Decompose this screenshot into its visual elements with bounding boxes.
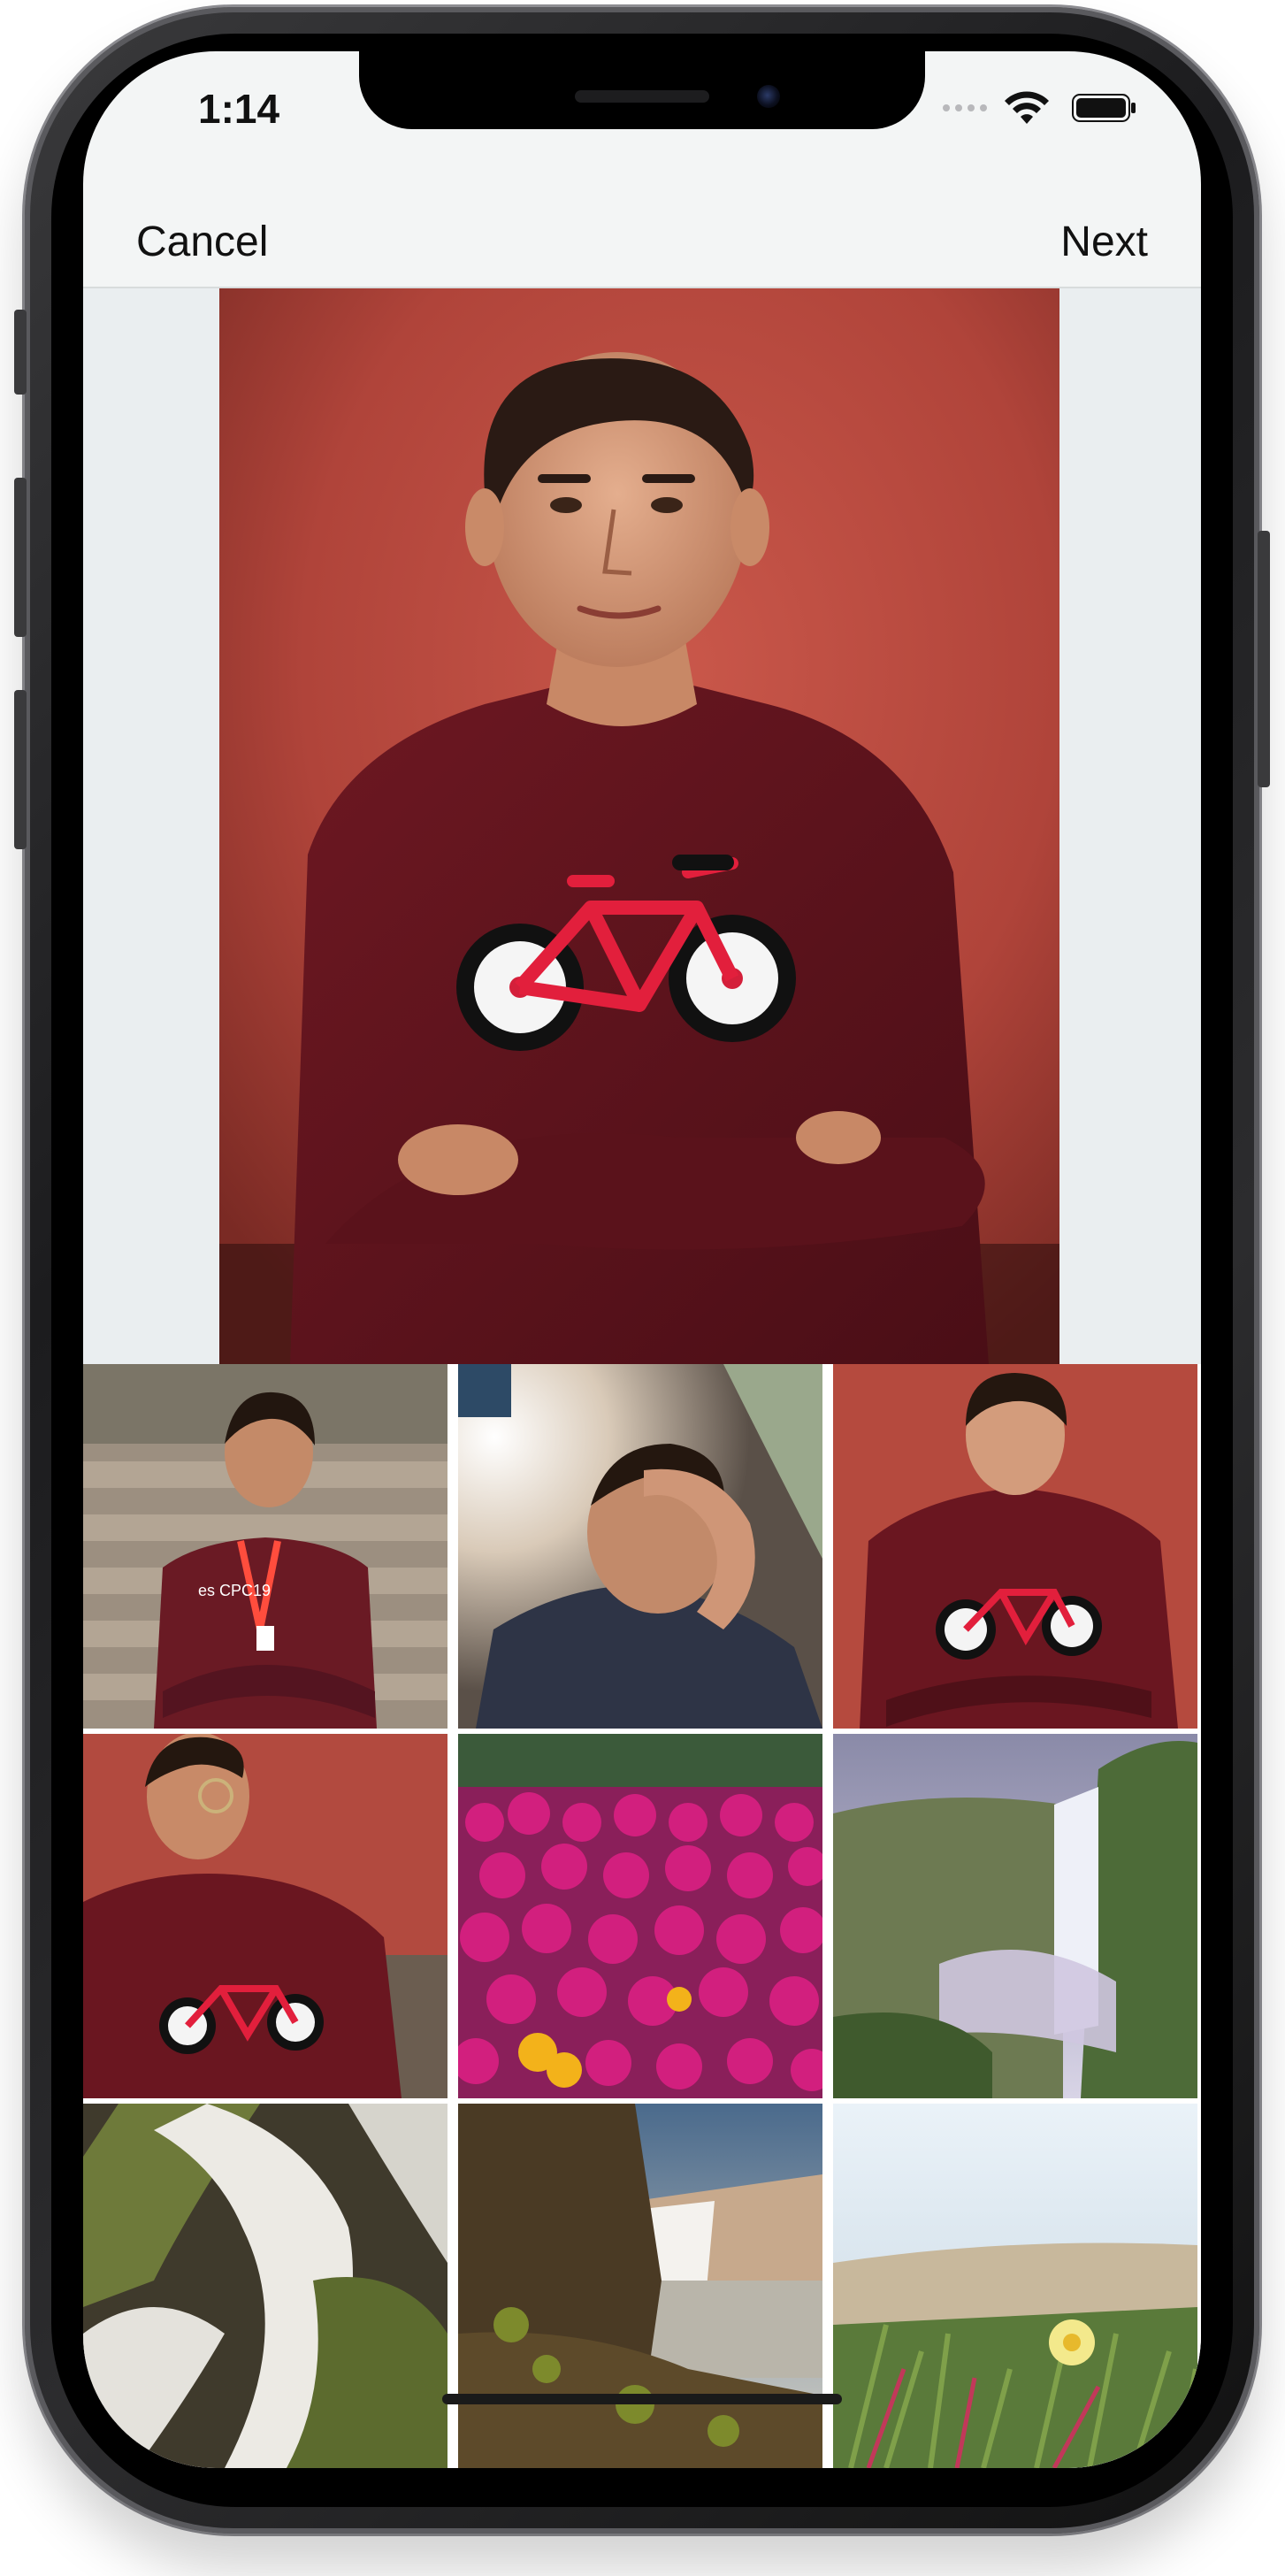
thumbnail-9[interactable] [833,2104,1197,2468]
signal-dots-icon [943,104,987,111]
photo-preview[interactable] [83,288,1201,1364]
battery-icon [1072,94,1136,122]
next-button[interactable]: Next [1060,218,1148,266]
preview-image[interactable] [219,288,1059,1364]
cancel-button[interactable]: Cancel [136,218,268,266]
speaker-grille [575,90,709,103]
thumbnail-7[interactable] [83,2104,447,2468]
screen: 1:14 Cancel Next es CPC19 [83,51,1201,2468]
notch [359,51,925,129]
navigation-bar: Cancel Next [83,184,1201,288]
thumbnail-1[interactable]: es CPC19 [83,1364,447,1729]
thumbnail-4[interactable] [83,1734,447,2098]
thumbnail-6[interactable] [833,1734,1197,2098]
volume-down-button [14,690,27,849]
thumbnail-5[interactable] [458,1734,822,2098]
thumbnail-2[interactable] [458,1364,822,1729]
thumbnail-8[interactable] [458,2104,822,2468]
photo-grid: es CPC19 [83,1364,1201,2468]
power-button [1258,531,1270,787]
volume-up-button [14,478,27,637]
status-time: 1:14 [198,86,280,132]
lanyard-text: es CPC19 [198,1582,271,1599]
home-indicator[interactable] [442,2394,842,2404]
silent-switch [14,310,27,395]
thumbnail-3[interactable] [833,1364,1197,1729]
front-camera [757,85,780,108]
wifi-icon [1005,91,1049,124]
